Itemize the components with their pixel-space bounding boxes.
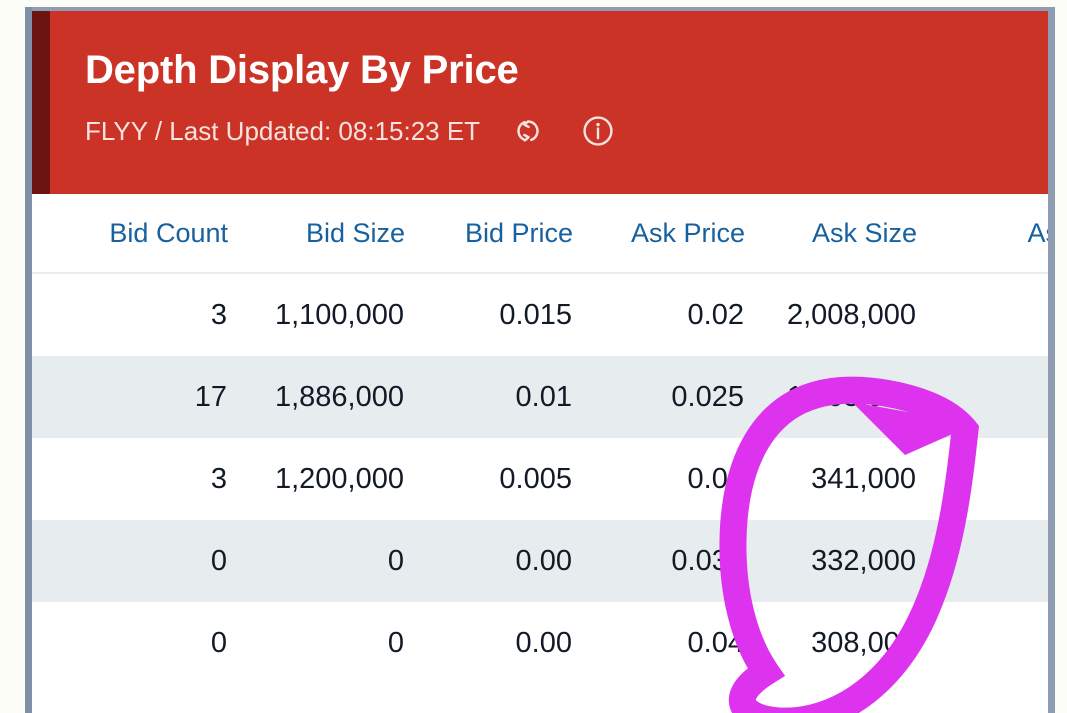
table-body: 3 1,100,000 0.015 0.02 2,008,000 17 1,88… (32, 273, 1048, 684)
cell-bid-size: 1,200,000 (228, 438, 405, 520)
page-title: Depth Display By Price (85, 45, 1048, 95)
table-row[interactable]: 3 1,100,000 0.015 0.02 2,008,000 (32, 273, 1048, 356)
cell-ask-count (917, 520, 1048, 602)
header-accent-bar (32, 11, 50, 194)
cell-ask-size: 308,000 (745, 602, 917, 684)
cell-bid-size: 0 (228, 520, 405, 602)
column-header-bid-size[interactable]: Bid Size (228, 194, 405, 273)
cell-bid-price: 0.00 (405, 520, 573, 602)
panel-border-right (1048, 7, 1055, 713)
cell-ask-size: 1,405,000 (745, 356, 917, 438)
panel-border-left (25, 7, 32, 713)
table-header-row: Bid Count Bid Size Bid Price Ask Price A… (32, 194, 1048, 273)
cell-bid-size: 1,100,000 (228, 273, 405, 356)
cell-ask-price: 0.035 (573, 520, 745, 602)
cell-ask-size: 332,000 (745, 520, 917, 602)
table-row[interactable]: 3 1,200,000 0.005 0.03 341,000 (32, 438, 1048, 520)
cell-ask-price: 0.04 (573, 602, 745, 684)
header-subrow: FLYY / Last Updated: 08:15:23 ET (85, 109, 1048, 153)
cell-bid-count: 0 (32, 602, 228, 684)
depth-table: Bid Count Bid Size Bid Price Ask Price A… (32, 194, 1048, 684)
cell-ask-count (917, 273, 1048, 356)
cell-ask-size: 2,008,000 (745, 273, 917, 356)
cell-bid-price: 0.005 (405, 438, 573, 520)
cell-ask-price: 0.025 (573, 356, 745, 438)
panel-outer-margin-right (1055, 0, 1067, 713)
cell-bid-count: 0 (32, 520, 228, 602)
column-header-bid-price[interactable]: Bid Price (405, 194, 573, 273)
screenshot-root: Depth Display By Price FLYY / Last Updat… (0, 0, 1067, 713)
cell-bid-price: 0.015 (405, 273, 573, 356)
cell-ask-price: 0.03 (573, 438, 745, 520)
info-icon[interactable] (576, 109, 620, 153)
last-updated-text: FLYY / Last Updated: 08:15:23 ET (85, 116, 480, 146)
card-header: Depth Display By Price FLYY / Last Updat… (32, 11, 1048, 194)
column-header-ask-price[interactable]: Ask Price (573, 194, 745, 273)
cell-ask-price: 0.02 (573, 273, 745, 356)
cell-ask-count (917, 356, 1048, 438)
table-head: Bid Count Bid Size Bid Price Ask Price A… (32, 194, 1048, 273)
table-row[interactable]: 0 0 0.00 0.035 332,000 (32, 520, 1048, 602)
table-row[interactable]: 17 1,886,000 0.01 0.025 1,405,000 (32, 356, 1048, 438)
cell-bid-count: 3 (32, 438, 228, 520)
cell-bid-price: 0.00 (405, 602, 573, 684)
depth-display-card: Depth Display By Price FLYY / Last Updat… (32, 11, 1048, 713)
cell-bid-count: 17 (32, 356, 228, 438)
cell-ask-count (917, 438, 1048, 520)
column-header-bid-count[interactable]: Bid Count (32, 194, 228, 273)
cell-ask-size: 341,000 (745, 438, 917, 520)
cell-ask-count (917, 602, 1048, 684)
cell-bid-price: 0.01 (405, 356, 573, 438)
column-header-ask-size[interactable]: Ask Size (745, 194, 917, 273)
refresh-icon[interactable] (506, 109, 550, 153)
table-row[interactable]: 0 0 0.00 0.04 308,000 (32, 602, 1048, 684)
cell-bid-size: 0 (228, 602, 405, 684)
column-header-ask-count[interactable]: Ask Count (917, 194, 1048, 273)
cell-bid-count: 3 (32, 273, 228, 356)
depth-table-wrapper: Bid Count Bid Size Bid Price Ask Price A… (32, 194, 1048, 684)
cell-bid-size: 1,886,000 (228, 356, 405, 438)
